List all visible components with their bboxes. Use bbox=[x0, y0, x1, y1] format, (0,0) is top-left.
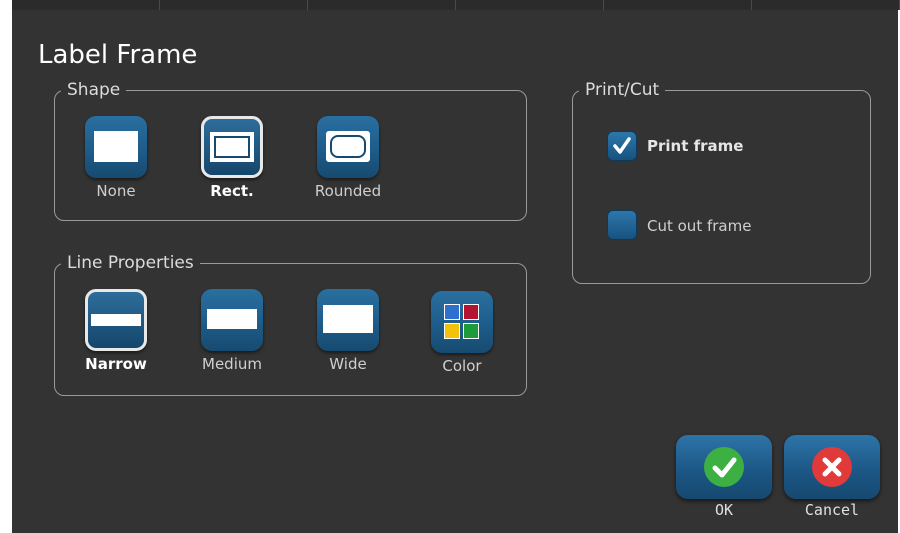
shape-legend: Shape bbox=[67, 80, 121, 100]
shape-none-option[interactable]: None bbox=[61, 116, 171, 200]
none-frame-icon[interactable] bbox=[85, 116, 147, 178]
color-swatch bbox=[444, 323, 460, 339]
top-tab-5 bbox=[604, 0, 752, 10]
checkmark-icon bbox=[613, 137, 631, 154]
top-tab-1 bbox=[12, 0, 160, 10]
line-properties-legend: Line Properties bbox=[67, 253, 194, 273]
ok-label: OK bbox=[714, 501, 734, 519]
top-tab-3 bbox=[308, 0, 456, 10]
line-medium-label: Medium bbox=[202, 355, 262, 373]
wide-line-icon[interactable] bbox=[317, 289, 379, 351]
icon-shape bbox=[323, 305, 373, 333]
line-color-option[interactable]: Color bbox=[407, 291, 517, 375]
ok-check-icon bbox=[704, 447, 744, 487]
color-swatch bbox=[444, 304, 460, 320]
shape-rect-option[interactable]: Rect. bbox=[177, 116, 287, 200]
shape-rounded-label: Rounded bbox=[314, 182, 382, 200]
line-narrow-label: Narrow bbox=[85, 355, 147, 373]
medium-line-icon[interactable] bbox=[201, 289, 263, 351]
shape-none-label: None bbox=[96, 182, 136, 200]
cancel-button[interactable] bbox=[784, 435, 880, 499]
line-wide-option[interactable]: Wide bbox=[293, 289, 403, 373]
line-color-label: Color bbox=[442, 357, 482, 375]
narrow-line-icon[interactable] bbox=[85, 289, 147, 351]
top-tab-2 bbox=[160, 0, 308, 10]
top-tab-4 bbox=[456, 0, 604, 10]
print-frame-checkbox[interactable] bbox=[607, 131, 637, 161]
icon-shape bbox=[214, 136, 250, 158]
cut-out-frame-checkbox[interactable] bbox=[607, 210, 637, 240]
cut-out-frame-label[interactable]: Cut out frame bbox=[647, 217, 751, 235]
ok-button[interactable] bbox=[676, 435, 772, 499]
color-grid-icon[interactable] bbox=[431, 291, 493, 353]
shape-rect-label: Rect. bbox=[210, 182, 254, 200]
icon-shape bbox=[94, 131, 138, 162]
print-cut-group: Print/Cut bbox=[572, 80, 871, 284]
rect-frame-icon[interactable] bbox=[201, 116, 263, 178]
line-wide-label: Wide bbox=[329, 355, 367, 373]
label-frame-dialog: Label Frame Shape None Rect. Rounded Lin… bbox=[12, 10, 898, 533]
dialog-title: Label Frame bbox=[38, 40, 198, 70]
top-tab-6 bbox=[752, 0, 900, 10]
color-swatch bbox=[463, 304, 479, 320]
icon-shape bbox=[207, 309, 257, 329]
color-swatch bbox=[463, 323, 479, 339]
shape-rounded-option[interactable]: Rounded bbox=[293, 116, 403, 200]
rounded-frame-icon[interactable] bbox=[317, 116, 379, 178]
print-cut-legend: Print/Cut bbox=[585, 80, 660, 100]
line-narrow-option[interactable]: Narrow bbox=[61, 289, 171, 373]
cancel-x-icon bbox=[812, 447, 852, 487]
top-tab-strip bbox=[12, 0, 900, 10]
cancel-label: Cancel bbox=[804, 501, 860, 519]
line-medium-option[interactable]: Medium bbox=[177, 289, 287, 373]
icon-shape bbox=[91, 314, 141, 326]
icon-shape bbox=[330, 135, 366, 158]
print-frame-label[interactable]: Print frame bbox=[647, 137, 743, 155]
